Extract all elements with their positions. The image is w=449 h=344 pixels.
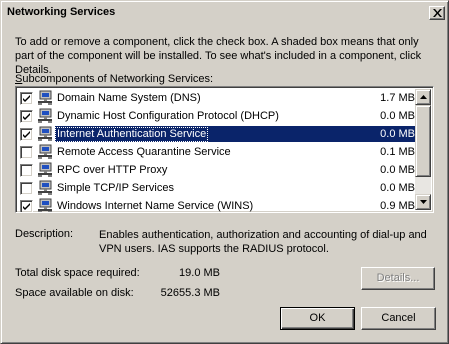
ok-button[interactable]: OK bbox=[280, 307, 355, 330]
vertical-scrollbar[interactable] bbox=[415, 89, 431, 210]
close-icon bbox=[433, 9, 442, 17]
scroll-down-button[interactable] bbox=[415, 194, 431, 210]
network-services-icon bbox=[37, 162, 53, 178]
scroll-up-button[interactable] bbox=[415, 89, 431, 105]
subcomponents-list[interactable]: Domain Name System (DNS) 1.7 MB Dynamic Ho… bbox=[15, 86, 434, 213]
arrow-down-icon bbox=[420, 200, 427, 204]
cancel-button[interactable]: Cancel bbox=[361, 307, 436, 330]
component-name: Internet Authentication Service bbox=[55, 127, 209, 142]
component-size: 1.7 MB bbox=[380, 92, 415, 104]
disk-required-label: Total disk space required: bbox=[15, 267, 140, 279]
list-item[interactable]: Domain Name System (DNS) 1.7 MB bbox=[18, 89, 417, 107]
subcomponents-label: Subcomponents of Networking Services: bbox=[15, 73, 213, 85]
component-checkbox[interactable] bbox=[20, 182, 33, 195]
network-services-icon bbox=[37, 126, 53, 142]
details-button[interactable]: Details... bbox=[361, 267, 435, 290]
list-item[interactable]: Dynamic Host Configuration Protocol (DHC… bbox=[18, 107, 417, 125]
close-button[interactable] bbox=[429, 6, 445, 20]
instructions-text: To add or remove a component, click the … bbox=[15, 36, 422, 76]
scroll-thumb[interactable] bbox=[415, 105, 431, 177]
list-item[interactable]: RPC over HTTP Proxy 0.0 MB bbox=[18, 161, 417, 179]
component-size: 0.9 MB bbox=[380, 200, 415, 212]
disk-available-label: Space available on disk: bbox=[15, 287, 134, 299]
networking-services-dialog: Networking Services To add or remove a c… bbox=[0, 0, 449, 344]
component-checkbox[interactable] bbox=[20, 128, 33, 141]
component-size: 0.0 MB bbox=[380, 128, 415, 140]
component-size: 0.0 MB bbox=[380, 182, 415, 194]
component-name: Domain Name System (DNS) bbox=[57, 92, 201, 104]
component-name: Remote Access Quarantine Service bbox=[57, 146, 231, 158]
list-item[interactable]: Internet Authentication Service 0.0 MB bbox=[18, 125, 417, 143]
network-services-icon bbox=[37, 198, 53, 212]
component-name: Simple TCP/IP Services bbox=[57, 182, 174, 194]
subcomponents-rows: Domain Name System (DNS) 1.7 MB Dynamic Ho… bbox=[18, 89, 417, 212]
component-size: 0.1 MB bbox=[380, 146, 415, 158]
component-checkbox[interactable] bbox=[20, 110, 33, 123]
network-services-icon bbox=[37, 144, 53, 160]
component-name: Windows Internet Name Service (WINS) bbox=[57, 200, 254, 212]
description-label: Description: bbox=[15, 228, 74, 240]
list-item[interactable]: Remote Access Quarantine Service 0.1 MB bbox=[18, 143, 417, 161]
disk-required-value: 19.0 MB bbox=[179, 267, 220, 279]
disk-available-value: 52655.3 MB bbox=[160, 287, 220, 299]
component-checkbox[interactable] bbox=[20, 92, 33, 105]
component-checkbox[interactable] bbox=[20, 200, 33, 212]
arrow-up-icon bbox=[420, 95, 427, 99]
list-item[interactable]: Simple TCP/IP Services 0.0 MB bbox=[18, 179, 417, 197]
component-name: Dynamic Host Configuration Protocol (DHC… bbox=[57, 110, 279, 122]
network-services-icon bbox=[37, 90, 53, 106]
network-services-icon bbox=[37, 108, 53, 124]
component-size: 0.0 MB bbox=[380, 110, 415, 122]
description-text: Enables authentication, authorization an… bbox=[99, 229, 427, 255]
component-checkbox[interactable] bbox=[20, 164, 33, 177]
list-item[interactable]: Windows Internet Name Service (WINS) 0.9 … bbox=[18, 197, 417, 212]
title-bar[interactable]: Networking Services bbox=[4, 4, 445, 22]
component-checkbox[interactable] bbox=[20, 146, 33, 159]
component-name: RPC over HTTP Proxy bbox=[57, 164, 168, 176]
window-title: Networking Services bbox=[7, 6, 116, 18]
subcomponents-label-rest: ubcomponents of Networking Services: bbox=[22, 73, 214, 85]
network-services-icon bbox=[37, 180, 53, 196]
component-size: 0.0 MB bbox=[380, 164, 415, 176]
